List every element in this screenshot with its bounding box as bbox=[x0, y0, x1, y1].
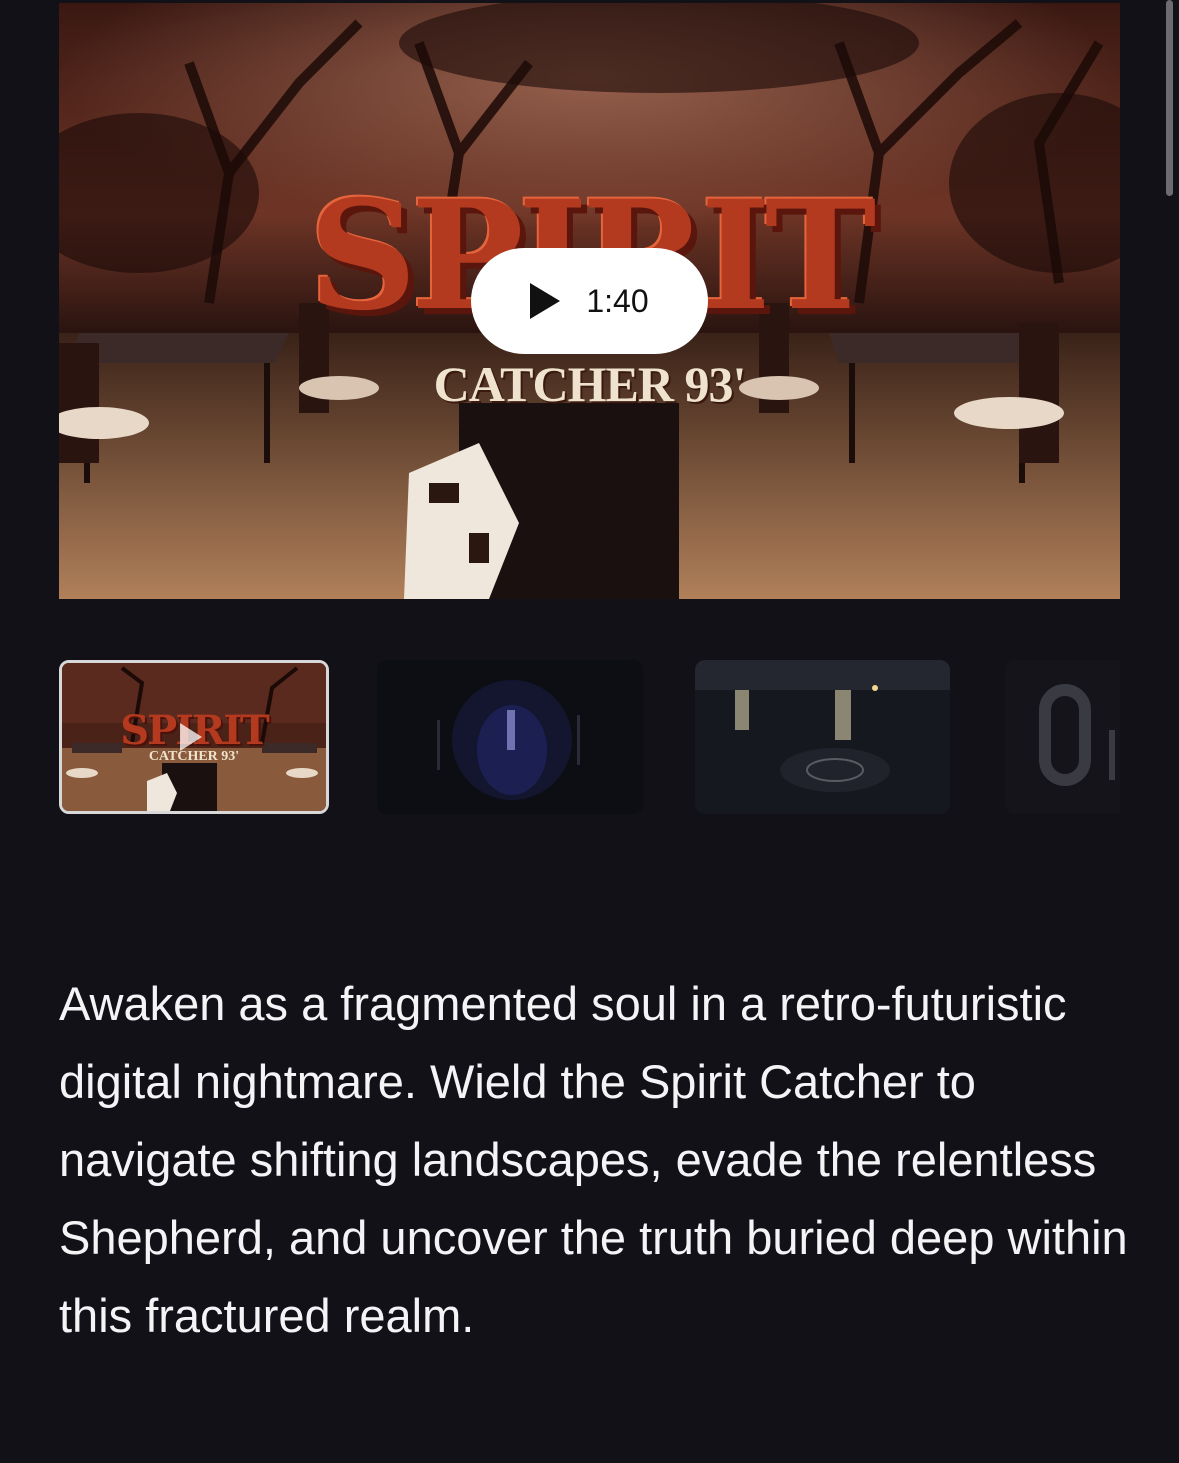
game-logo-subtitle: CATCHER 93' bbox=[433, 356, 747, 412]
play-icon bbox=[530, 283, 561, 319]
play-video-button[interactable]: 1:40 bbox=[471, 248, 708, 354]
thumbnail-image bbox=[1005, 660, 1120, 814]
thumbnail-image bbox=[695, 660, 950, 814]
thumbnail-logo-subtitle: CATCHER 93' bbox=[148, 749, 240, 764]
media-thumbnail-strip[interactable]: SPIRIT CATCHER 93' bbox=[59, 660, 1120, 814]
thumbnail-video-1[interactable]: SPIRIT CATCHER 93' bbox=[59, 660, 329, 814]
thumbnail-image bbox=[377, 660, 643, 814]
game-page: SPIRIT CATCHER 93' 1:40 SPIRIT C bbox=[0, 0, 1179, 1463]
thumbnail-image-3[interactable] bbox=[695, 660, 950, 814]
scrollbar[interactable] bbox=[1166, 0, 1173, 196]
video-duration: 1:40 bbox=[586, 282, 649, 319]
thumbnail-image-2[interactable] bbox=[377, 660, 643, 814]
play-icon bbox=[180, 723, 202, 751]
thumbnail-image-4[interactable] bbox=[1005, 660, 1120, 814]
game-description: Awaken as a fragmented soul in a retro-f… bbox=[59, 977, 1128, 1342]
hero-video-preview[interactable]: SPIRIT CATCHER 93' 1:40 bbox=[59, 3, 1120, 599]
